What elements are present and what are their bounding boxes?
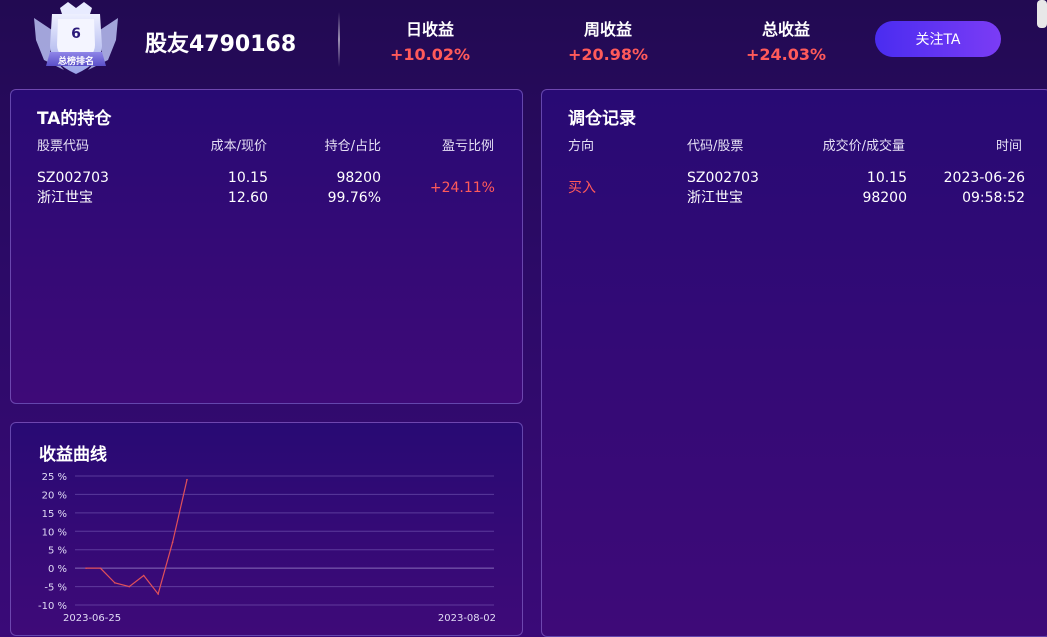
trade-price: 10.15 <box>866 170 907 186</box>
trades-col-time: 时间 <box>995 139 1022 154</box>
holding-price: 12.60 <box>227 190 268 206</box>
chart-y-tick-label: 0 % <box>48 564 67 575</box>
trade-direction: 买入 <box>568 180 596 196</box>
holding-cost: 10.15 <box>227 170 268 186</box>
chart-data-point <box>99 567 102 569</box>
holdings-col-pnl: 盈亏比例 <box>441 139 494 154</box>
trade-time: 09:58:52 <box>962 190 1025 206</box>
trade-code: SZ002703 <box>687 170 759 186</box>
holding-ratio: 99.76% <box>327 190 381 206</box>
trades-col-stock: 代码/股票 <box>687 139 744 154</box>
holdings-col-position: 持仓/占比 <box>324 139 381 154</box>
trade-volume: 98200 <box>862 190 907 206</box>
holding-name: 浙江世宝 <box>37 190 93 206</box>
trades-col-price-volume: 成交价/成交量 <box>822 139 905 154</box>
profile-header: 6 总榜排名 股友4790168 日收益 +10.02% 周收益 +20.98%… <box>0 0 1047 85</box>
chart-x-tick-label: 2023-08-02 <box>438 613 496 624</box>
chart-y-tick-label: 20 % <box>42 490 67 501</box>
follow-button[interactable]: 关注TA <box>875 21 1001 57</box>
holdings-col-cost: 成本/现价 <box>210 139 267 154</box>
stat-weekly-label: 周收益 <box>583 20 632 39</box>
holdings-col-code: 股票代码 <box>37 139 90 154</box>
chart-data-point <box>186 478 188 481</box>
rank-number: 6 <box>71 26 81 42</box>
trades-title: 调仓记录 <box>568 109 636 129</box>
trade-date: 2023-06-26 <box>943 170 1025 186</box>
holding-pnl: +24.11% <box>429 180 495 196</box>
holdings-panel: TA的持仓 股票代码 成本/现价 持仓/占比 盈亏比例 SZ002703 浙江世… <box>10 89 523 404</box>
rank-badge: 6 总榜排名 <box>30 0 122 82</box>
chart-data-point <box>171 541 174 544</box>
trades-col-direction: 方向 <box>568 139 595 154</box>
holding-position: 98200 <box>336 170 381 186</box>
stat-total-label: 总收益 <box>761 20 810 39</box>
stat-total-value: +24.03% <box>745 45 827 64</box>
rank-label: 总榜排名 <box>57 57 94 67</box>
chart-y-tick-label: 5 % <box>48 546 67 557</box>
username: 股友4790168 <box>145 32 297 57</box>
chart-series-line <box>86 479 188 596</box>
chart-y-tick-label: -10 % <box>38 601 67 612</box>
stat-daily-value: +10.02% <box>389 45 471 64</box>
trade-name: 浙江世宝 <box>687 190 743 206</box>
holding-code: SZ002703 <box>37 170 109 186</box>
stat-total: 总收益 +24.03% <box>726 16 846 64</box>
chart-data-point <box>157 593 159 595</box>
chart-data-point <box>85 567 87 569</box>
chart-data-point <box>114 582 116 584</box>
chart-y-tick-label: 15 % <box>42 509 67 520</box>
holdings-title: TA的持仓 <box>37 109 112 129</box>
chart-data-point <box>142 574 145 577</box>
scrollbar-thumb[interactable] <box>1037 0 1047 28</box>
chart-y-tick-label: 25 % <box>42 472 67 483</box>
chart-y-tick-label: -5 % <box>44 583 67 594</box>
chart-x-tick-label: 2023-06-25 <box>63 613 121 624</box>
stat-weekly-value: +20.98% <box>567 45 649 64</box>
trades-panel: 调仓记录 方向 代码/股票 成交价/成交量 时间 买入 SZ002703 浙江世… <box>541 89 1047 637</box>
header-divider <box>338 12 340 67</box>
stat-daily: 日收益 +10.02% <box>370 16 490 64</box>
stat-daily-label: 日收益 <box>405 20 454 39</box>
profit-chart: 25 % 20 % 15 % 10 % 5 % 0 % -5 % -10 %2023-06-2… <box>38 472 496 624</box>
chart-y-tick-label: 10 % <box>42 527 67 538</box>
chart-data-point <box>128 585 131 588</box>
stat-weekly: 周收益 +20.98% <box>548 16 668 64</box>
curve-panel: 收益曲线 25 % 20 % 15 % 10 % 5 % 0 % -5 % -10 % 2023… <box>10 422 523 636</box>
